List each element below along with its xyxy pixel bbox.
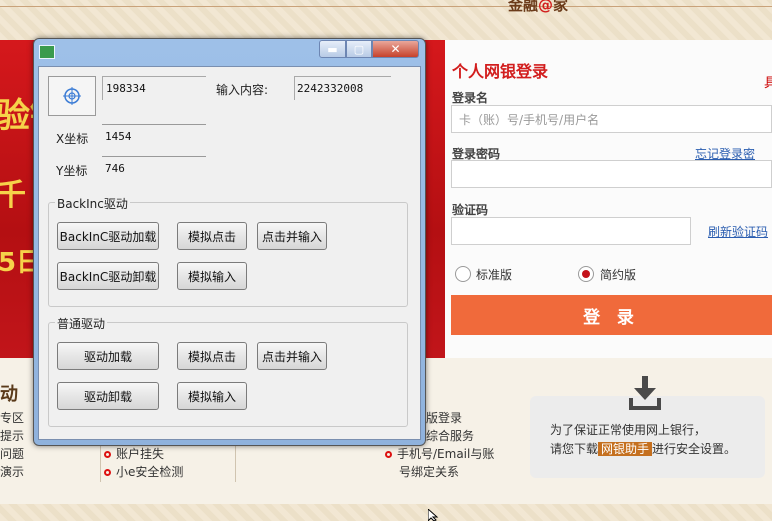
service-link[interactable]: 问题 xyxy=(0,445,24,462)
backinc-group-title: BackInc驱动 xyxy=(55,195,130,212)
service-heading: 动 xyxy=(0,384,18,405)
bullet-icon xyxy=(104,469,111,476)
service-link-security-check[interactable]: 小e安全检测 xyxy=(104,463,183,480)
x-coord-label: X坐标 xyxy=(56,132,89,146)
captcha-input[interactable] xyxy=(451,217,691,245)
y-coord-field[interactable]: 746 xyxy=(102,156,206,178)
bullet-icon xyxy=(104,451,111,458)
app-icon xyxy=(39,45,55,59)
username-label: 登录名 xyxy=(452,91,489,105)
minimize-icon: ▬ xyxy=(327,42,338,56)
username-input[interactable]: 卡（账）号/手机号/用户名 xyxy=(451,105,772,133)
backinc-click-input-button[interactable]: 点击并输入 xyxy=(257,222,327,250)
normal-input-button[interactable]: 模拟输入 xyxy=(177,382,247,410)
service-link[interactable]: 综合服务 xyxy=(426,427,474,444)
mouse-cursor-icon xyxy=(428,509,439,521)
edition-simple-radio[interactable] xyxy=(578,266,594,282)
download-hint-line1: 为了保证正常使用网上银行， xyxy=(550,423,707,437)
service-link[interactable]: 版登录 xyxy=(426,409,462,426)
column-divider xyxy=(235,440,236,482)
login-button[interactable]: 登 录 xyxy=(451,295,772,335)
service-link-text[interactable]: 号绑定关系 xyxy=(399,463,459,480)
service-link[interactable]: 专区 xyxy=(0,409,24,426)
banner-text: 千 xyxy=(0,178,26,213)
helper-download-link[interactable]: 网银助手 xyxy=(598,442,653,456)
service-link[interactable]: 演示 xyxy=(0,463,24,480)
normal-click-input-button[interactable]: 点击并输入 xyxy=(257,342,327,370)
service-link-loss-report[interactable]: 账户挂失 xyxy=(104,445,164,462)
normal-load-button[interactable]: 驱动加载 xyxy=(57,342,159,370)
handle-field[interactable]: 198334 xyxy=(102,76,206,100)
backinc-load-button[interactable]: BackInC驱动加载 xyxy=(57,222,159,250)
login-side-text: 具 xyxy=(764,76,772,91)
page-bottom-band xyxy=(0,504,772,521)
backinc-driver-group xyxy=(48,202,408,307)
service-link-email-binding[interactable]: 手机号/Email与账 xyxy=(385,445,494,462)
bullet-icon xyxy=(385,451,392,458)
backinc-input-button[interactable]: 模拟输入 xyxy=(177,262,247,290)
backinc-unload-button[interactable]: BackInC驱动卸载 xyxy=(57,262,159,290)
maximize-icon: ▢ xyxy=(353,42,365,56)
backinc-click-button[interactable]: 模拟点击 xyxy=(177,222,247,250)
download-icon xyxy=(629,376,661,410)
captcha-label: 验证码 xyxy=(452,203,489,217)
normal-unload-button[interactable]: 驱动卸载 xyxy=(57,382,159,410)
service-link[interactable]: 提示 xyxy=(0,427,24,444)
maximize-button[interactable]: ▢ xyxy=(346,40,372,58)
close-button[interactable]: ✕ xyxy=(372,40,419,58)
column-divider xyxy=(100,440,101,482)
bank-brand: 金融@家 xyxy=(508,0,569,14)
edition-simple-label: 简约版 xyxy=(600,268,637,282)
minimize-button[interactable]: ▬ xyxy=(319,40,346,58)
login-title: 个人网银登录 xyxy=(452,62,549,81)
normal-click-button[interactable]: 模拟点击 xyxy=(177,342,247,370)
normal-driver-group xyxy=(48,322,408,427)
refresh-captcha-link[interactable]: 刷新验证码 xyxy=(708,223,768,240)
edition-standard-radio[interactable] xyxy=(455,266,471,282)
top-divider xyxy=(0,6,772,7)
input-content-field[interactable]: 2242332008 xyxy=(294,76,391,100)
normal-group-title: 普通驱动 xyxy=(55,315,108,332)
download-hint-line2: 请您下载 网银助手 进行安全设置。 xyxy=(550,442,737,456)
close-icon: ✕ xyxy=(390,42,401,56)
password-input[interactable] xyxy=(451,160,772,188)
edition-standard-label: 标准版 xyxy=(476,268,513,282)
input-content-label: 输入内容: xyxy=(216,83,269,97)
x-coord-field[interactable]: 1454 xyxy=(102,124,206,146)
crosshair-icon xyxy=(63,87,81,105)
window-finder-target[interactable] xyxy=(48,76,96,116)
y-coord-label: Y坐标 xyxy=(56,164,88,178)
